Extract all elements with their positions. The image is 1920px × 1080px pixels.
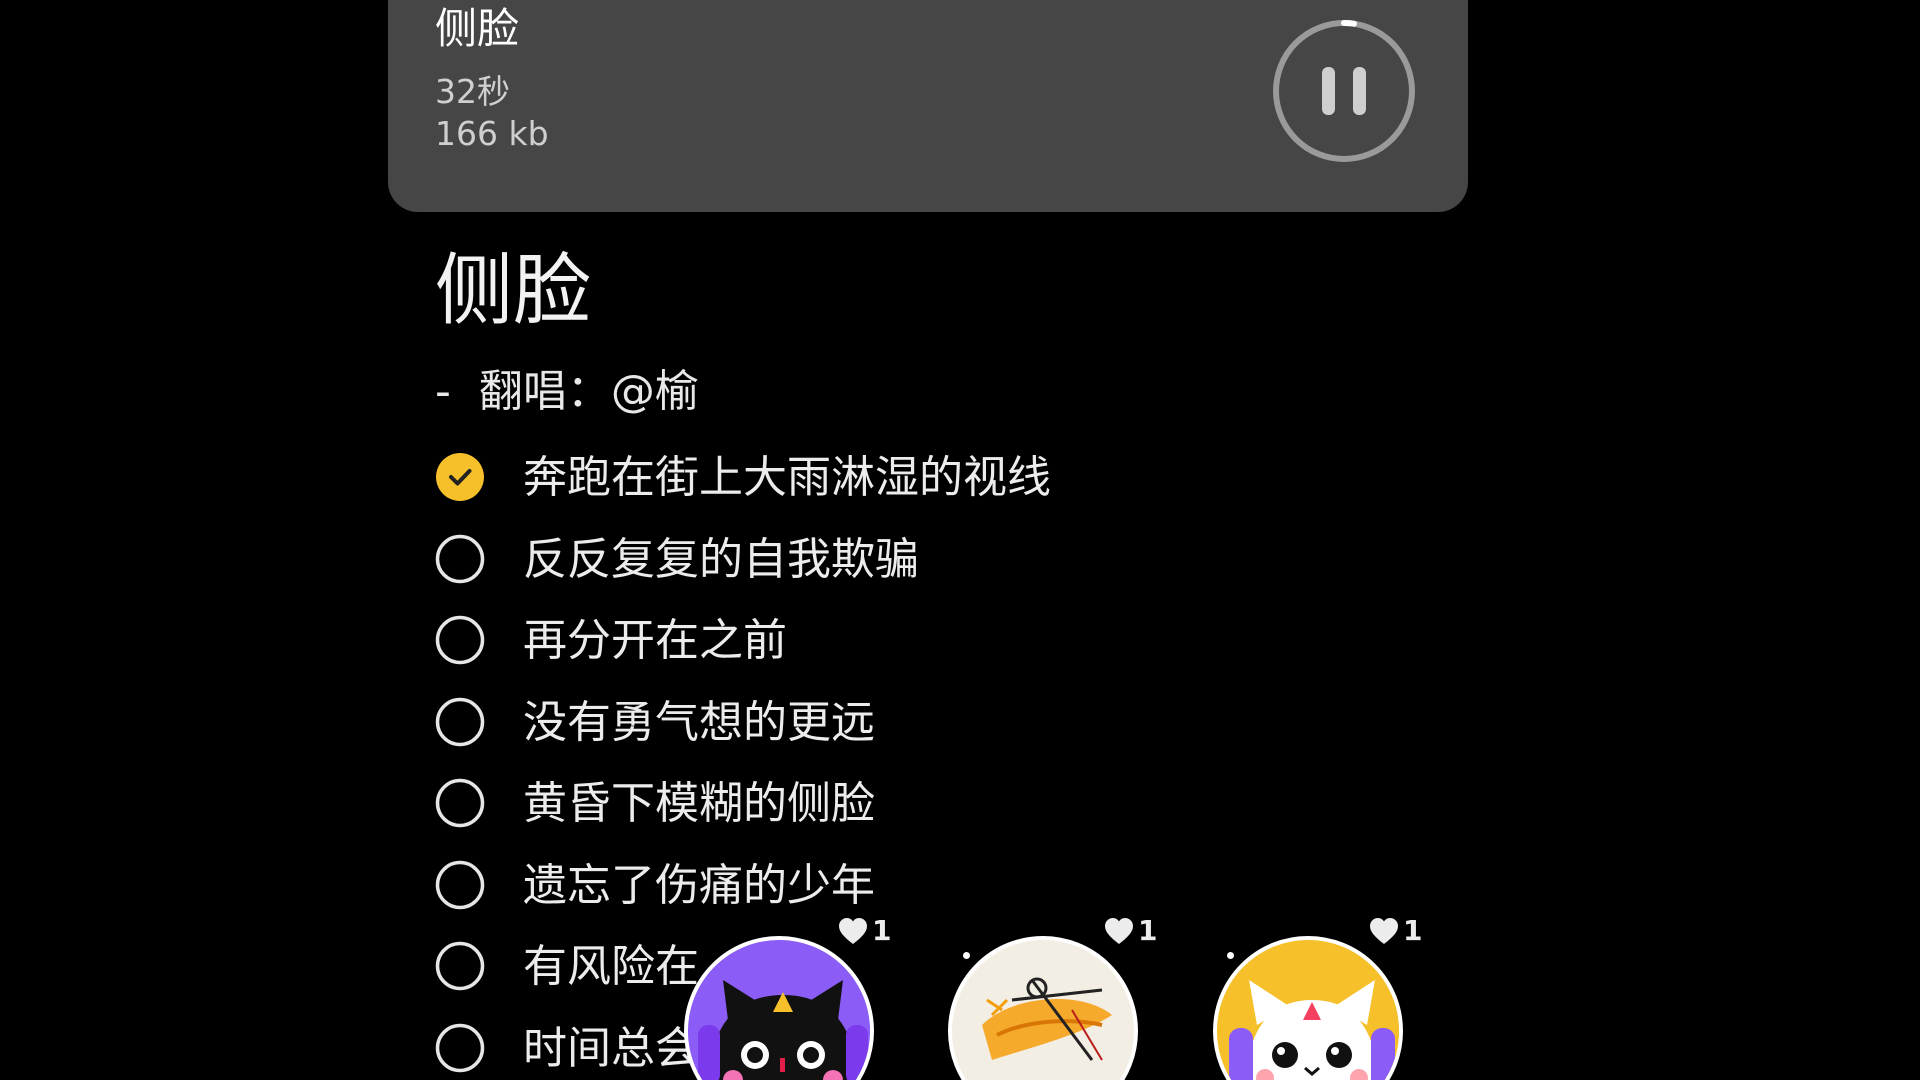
empty-circle-icon[interactable] — [435, 615, 485, 665]
decorative-dot — [1227, 952, 1234, 959]
heart-icon — [1370, 918, 1398, 944]
checklist-item-text: 有风险在 — [523, 941, 699, 992]
like-count[interactable]: 1 — [1104, 917, 1157, 945]
checklist-item-text: 反反复复的自我欺骗 — [523, 533, 919, 585]
checklist-item[interactable]: 没有勇气想的更远 — [435, 695, 1435, 777]
checklist-item-text: 遗忘了伤痛的少年 — [523, 859, 875, 911]
pause-icon — [1273, 19, 1415, 162]
empty-circle-icon[interactable] — [435, 860, 485, 910]
audio-duration: 32秒 — [435, 72, 510, 111]
checklist-item-text: 没有勇气想的更远 — [523, 696, 875, 748]
like-count-value: 1 — [872, 914, 892, 947]
empty-circle-icon[interactable] — [435, 941, 485, 991]
checklist-item-text: 时间总会 — [523, 1022, 699, 1074]
note-subtitle[interactable]: - 翻唱：@榆 — [435, 370, 699, 414]
checklist-item[interactable]: 再分开在之前 — [435, 613, 1435, 695]
checklist-item-text: 黄昏下模糊的侧脸 — [523, 778, 875, 829]
checklist-item[interactable]: 遗忘了伤痛的少年 — [435, 858, 1435, 940]
checklist-item-text: 奔跑在街上大雨淋湿的视线 — [523, 452, 1051, 503]
checked-circle-icon[interactable] — [435, 452, 485, 502]
note-title[interactable]: 侧脸 — [435, 252, 591, 330]
audio-title: 侧脸 — [435, 4, 520, 53]
heart-icon — [1105, 918, 1133, 944]
empty-circle-icon[interactable] — [435, 1023, 485, 1073]
like-count-value: 1 — [1138, 914, 1158, 947]
app-screen: 侧脸 32秒 166 kb 侧脸 - 翻唱：@榆 奔跑在街上大雨淋湿的视线 反反… — [0, 0, 1920, 1080]
checklist-item[interactable]: 黄昏下模糊的侧脸 — [435, 776, 1435, 858]
pause-button[interactable] — [1270, 17, 1418, 165]
heart-icon — [839, 918, 867, 944]
empty-circle-icon[interactable] — [435, 778, 485, 828]
like-count-value: 1 — [1403, 914, 1423, 947]
like-count[interactable]: 1 — [838, 917, 891, 945]
decorative-dot — [963, 952, 970, 959]
audio-file-size: 166 kb — [435, 114, 549, 153]
checklist-item[interactable]: 奔跑在街上大雨淋湿的视线 — [435, 450, 1435, 532]
checklist-item-text: 再分开在之前 — [523, 615, 787, 666]
empty-circle-icon[interactable] — [435, 534, 485, 584]
like-count[interactable]: 1 — [1369, 917, 1422, 945]
checklist-item[interactable]: 反反复复的自我欺骗 — [435, 532, 1435, 614]
empty-circle-icon[interactable] — [435, 697, 485, 747]
audio-player-card[interactable]: 侧脸 32秒 166 kb — [388, 0, 1468, 212]
